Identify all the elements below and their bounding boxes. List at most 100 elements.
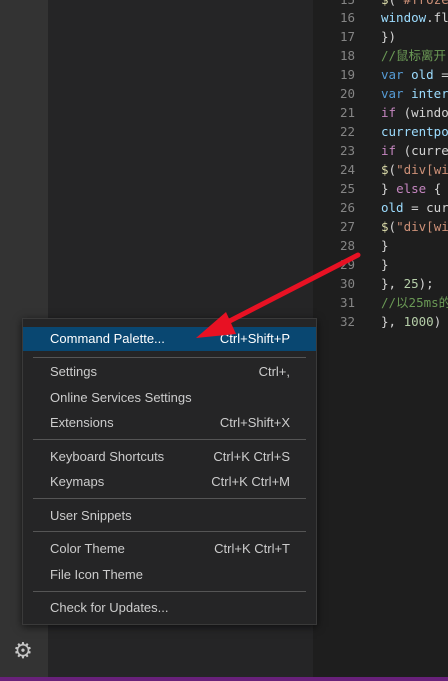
menu-item-extensions[interactable]: Extensions Ctrl+Shift+X xyxy=(23,411,316,435)
menu-item-settings[interactable]: Settings Ctrl+, xyxy=(23,360,316,384)
menu-item-keymaps[interactable]: Keymaps Ctrl+K Ctrl+M xyxy=(23,470,316,494)
menu-item-command-palette[interactable]: Command Palette... Ctrl+Shift+P xyxy=(23,327,316,351)
line-number: 27 xyxy=(339,219,355,234)
menu-separator xyxy=(33,591,306,592)
code-token: .fl xyxy=(426,10,448,25)
code-token: "div[wi xyxy=(396,219,448,234)
code-token: = xyxy=(433,67,448,82)
code-line: 19 var old = xyxy=(313,65,448,84)
menu-separator xyxy=(33,357,306,358)
code-line: 21 if (windo xyxy=(313,103,448,122)
line-number: 28 xyxy=(339,238,355,253)
menu-item-label: File Icon Theme xyxy=(50,567,143,582)
manage-context-menu: Command Palette... Ctrl+Shift+P Settings… xyxy=(22,318,317,625)
code-text: } xyxy=(381,236,389,255)
line-number: 21 xyxy=(339,105,355,120)
menu-item-label: Settings xyxy=(50,364,97,379)
code-token: window xyxy=(381,10,427,25)
menu-item-label: Color Theme xyxy=(50,541,125,556)
line-number: 18 xyxy=(339,48,355,63)
code-text: var inter xyxy=(381,84,448,103)
code-text: var old = xyxy=(381,65,448,84)
code-token: ( xyxy=(388,219,397,234)
code-token: ( xyxy=(388,162,397,177)
menu-item-user-snippets[interactable]: User Snippets xyxy=(23,504,316,528)
gear-icon[interactable]: ⚙ xyxy=(9,637,37,665)
code-token: else xyxy=(396,181,427,196)
menu-item-label: Keymaps xyxy=(50,474,105,489)
line-number: 31 xyxy=(339,295,355,310)
menu-item-online-services-settings[interactable]: Online Services Settings xyxy=(23,386,316,410)
line-number: 24 xyxy=(339,162,355,177)
menu-item-label: Keyboard Shortcuts xyxy=(50,449,165,464)
code-line: 24 $("div[wi xyxy=(313,160,448,179)
menu-item-shortcut: Ctrl+, xyxy=(258,364,290,379)
code-token: "div[wi xyxy=(396,162,448,177)
code-token: var xyxy=(381,67,412,82)
menu-item-shortcut: Ctrl+K Ctrl+M xyxy=(211,474,290,489)
code-token: old xyxy=(381,200,404,215)
code-token: //鼠标离开 xyxy=(381,48,447,63)
code-line: 17}) xyxy=(313,27,396,46)
code-token: } xyxy=(381,257,389,272)
menu-item-label: Online Services Settings xyxy=(50,390,192,405)
code-token: 25 xyxy=(403,276,419,291)
menu-item-label: Check for Updates... xyxy=(50,600,169,615)
status-bar xyxy=(0,677,448,681)
code-line: 20 var inter xyxy=(313,84,448,103)
code-text: currentpo xyxy=(381,122,448,141)
code-token: } xyxy=(381,181,397,196)
code-line: 31 //以25ms的 xyxy=(313,293,448,312)
code-token: = cur xyxy=(403,200,448,215)
code-token: ) xyxy=(433,314,442,329)
menu-item-shortcut: Ctrl+K Ctrl+T xyxy=(214,541,290,556)
code-token: var xyxy=(381,86,412,101)
code-token: //以25ms的 xyxy=(381,295,448,310)
code-text: }, 1000) xyxy=(381,312,441,331)
code-token: { xyxy=(426,181,442,196)
code-line: 30}, 25); xyxy=(313,274,434,293)
code-text: if (windo xyxy=(381,103,448,122)
code-token: if xyxy=(381,105,404,120)
code-token: currentpo xyxy=(381,124,448,139)
code-token: }, xyxy=(381,276,404,291)
code-text: window.fl xyxy=(381,8,448,27)
code-token: inter xyxy=(411,86,448,101)
menu-item-shortcut: Ctrl+Shift+X xyxy=(219,415,290,430)
code-token: ); xyxy=(418,276,434,291)
code-line: 16 window.fl xyxy=(313,8,448,27)
code-text: }, 25); xyxy=(381,274,434,293)
line-number: 16 xyxy=(339,10,355,25)
menu-separator xyxy=(33,439,306,440)
code-token: (windo xyxy=(403,105,448,120)
code-line: 25} else { xyxy=(313,179,441,198)
code-token: $ xyxy=(381,219,389,234)
code-editor[interactable]: 15$("#froze 16window.fl17})18//鼠标离开19var… xyxy=(313,0,448,681)
line-number: 19 xyxy=(339,67,355,82)
menu-item-shortcut: Ctrl+K Ctrl+S xyxy=(213,449,290,464)
menu-item-color-theme[interactable]: Color Theme Ctrl+K Ctrl+T xyxy=(23,537,316,561)
code-text: old = cur xyxy=(381,198,448,217)
code-text: if (curre xyxy=(381,141,448,160)
line-number: 26 xyxy=(339,200,355,215)
code-text: } xyxy=(381,255,389,274)
code-token: }, xyxy=(381,314,404,329)
code-text: //以25ms的 xyxy=(381,293,448,312)
menu-item-file-icon-theme[interactable]: File Icon Theme xyxy=(23,563,316,587)
menu-item-label: Extensions xyxy=(50,415,114,430)
code-token: (curre xyxy=(403,143,448,158)
line-number: 32 xyxy=(339,314,355,329)
line-number: 20 xyxy=(339,86,355,101)
menu-item-label: User Snippets xyxy=(50,508,132,523)
line-number: 22 xyxy=(339,124,355,139)
code-token: 1000 xyxy=(403,314,434,329)
code-line: 29} xyxy=(313,255,389,274)
line-number: 17 xyxy=(339,29,355,44)
menu-item-shortcut: Ctrl+Shift+P xyxy=(219,331,290,346)
menu-item-check-for-updates[interactable]: Check for Updates... xyxy=(23,596,316,620)
line-number: 25 xyxy=(339,181,355,196)
menu-separator xyxy=(33,498,306,499)
line-number: 30 xyxy=(339,276,355,291)
code-line: 18 //鼠标离开 xyxy=(313,46,446,65)
menu-item-keyboard-shortcuts[interactable]: Keyboard Shortcuts Ctrl+K Ctrl+S xyxy=(23,445,316,469)
